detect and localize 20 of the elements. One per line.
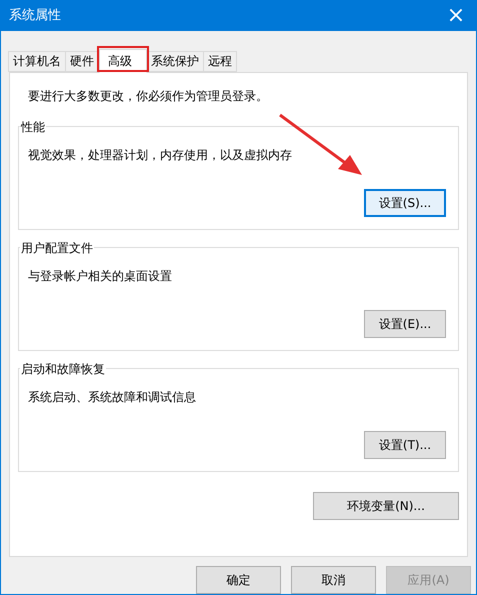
dialog-button[interactable]: 确定 [196,566,281,594]
group-description: 视觉效果，处理器计划，内存使用，以及虚拟内存 [28,146,292,164]
group-description: 与登录帐户相关的桌面设置 [28,268,172,285]
tab[interactable]: 高级 [99,48,147,73]
tab[interactable]: 计算机名 [8,50,66,72]
group-title: 用户配置文件 [20,238,94,257]
tab[interactable]: 系统保护 [146,50,204,72]
close-button[interactable]: × [436,1,476,31]
window-title: 系统属性 [9,7,61,26]
highlight-frame [97,46,149,72]
tab[interactable]: 硬件 [65,50,99,72]
admin-notice: 要进行大多数更改，你必须作为管理员登录。 [28,88,269,105]
environment-variables-button[interactable]: 环境变量(N)... [313,492,459,520]
tab[interactable]: 远程 [203,50,237,72]
settings-button[interactable]: 设置(S)... [364,188,446,217]
dialog-button[interactable]: 取消 [291,566,376,594]
settings-button[interactable]: 设置(E)... [364,310,446,338]
group-description: 系统启动、系统故障和调试信息 [28,388,196,406]
group-title: 启动和故障恢复 [20,360,106,378]
settings-button[interactable]: 设置(T)... [364,430,446,459]
